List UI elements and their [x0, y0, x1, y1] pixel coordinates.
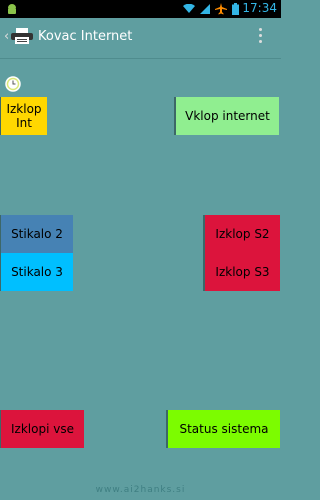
vklop-internet-button[interactable]: Vklop internet — [176, 97, 279, 135]
android-icon — [8, 4, 16, 14]
wifi-icon — [183, 4, 195, 13]
status-sistema-button[interactable]: Status sistema — [168, 410, 280, 448]
status-bar: 17:34 — [0, 0, 281, 18]
signal-icon — [200, 4, 210, 14]
back-chevron-icon[interactable]: ‹ — [4, 29, 9, 44]
status-time: 17:34 — [242, 1, 277, 15]
izklop-s3-button[interactable]: Izklop S3 — [205, 253, 280, 291]
app-title: Kovac Internet — [38, 29, 133, 44]
battery-icon — [232, 3, 239, 15]
izklop-s2-button[interactable]: Izklop S2 — [205, 215, 280, 253]
stikalo-3-button[interactable]: Stikalo 3 — [1, 253, 73, 291]
watermark: www.ai2hanks.si — [95, 485, 186, 495]
clock-icon — [5, 76, 21, 92]
overflow-menu-icon[interactable] — [259, 28, 263, 46]
app-bar: ‹ Kovac Internet — [0, 18, 281, 59]
izklop-int-button[interactable]: Izklop Int — [1, 97, 47, 135]
stikalo-2-button[interactable]: Stikalo 2 — [1, 215, 73, 253]
izklopi-vse-button[interactable]: Izklopi vse — [1, 410, 84, 448]
airplane-icon — [215, 3, 227, 15]
printer-icon[interactable] — [11, 28, 33, 44]
